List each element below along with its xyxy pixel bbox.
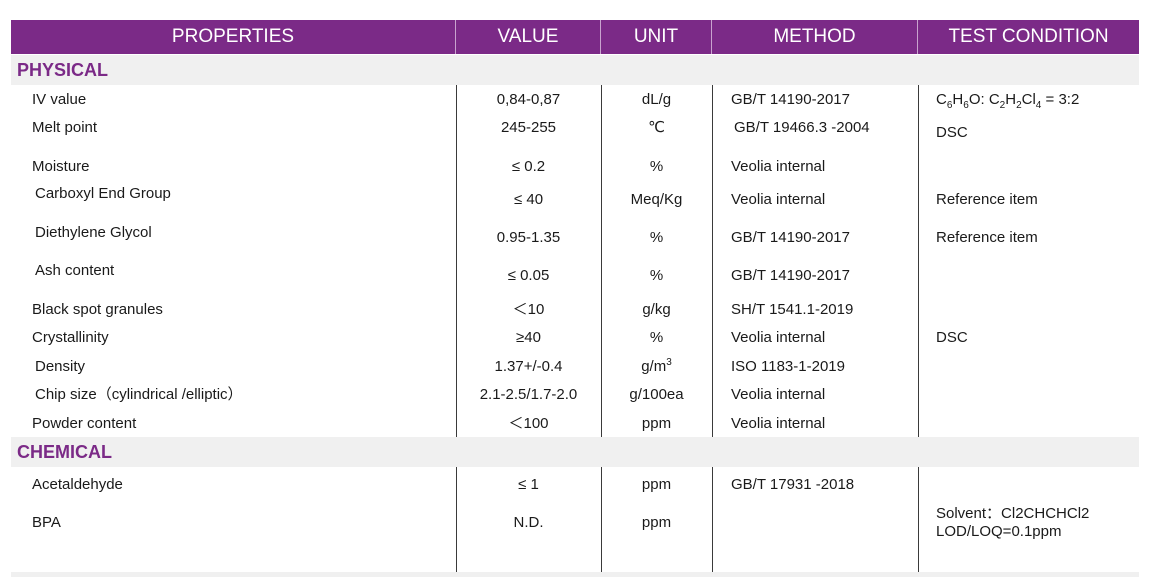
table-cell-method: GB/T 14190-2017 xyxy=(731,91,850,108)
table-cell-property: Acetaldehyde xyxy=(32,476,123,493)
table-cell-value: 245-255 xyxy=(500,119,557,136)
table-cell-property: IV value xyxy=(32,91,87,108)
table-cell-unit: % xyxy=(649,229,664,246)
table-bottom-band xyxy=(11,572,1139,577)
table-cell-unit: % xyxy=(649,329,664,346)
table-cell-property: Crystallinity xyxy=(32,329,109,346)
grid-line xyxy=(918,467,919,572)
table-cell-property: Ash content xyxy=(35,262,115,279)
table-cell-value: ＜100 xyxy=(508,415,549,432)
table-cell-method: Veolia internal xyxy=(731,329,826,346)
header-test-condition: TEST CONDITION xyxy=(918,20,1139,54)
table-cell-condition: Reference item xyxy=(936,229,1038,246)
grid-line xyxy=(456,85,457,437)
table-cell-value: ≤ 1 xyxy=(518,476,539,493)
table-cell-value: ≤ 0.05 xyxy=(507,267,550,284)
header-properties: PROPERTIES xyxy=(11,20,456,54)
table-cell-value: ≥40 xyxy=(516,329,541,346)
table-cell-unit: % xyxy=(649,267,664,284)
table-cell-unit: ppm xyxy=(641,476,672,493)
table-cell-unit: g/m3 xyxy=(641,357,672,376)
grid-line xyxy=(712,85,713,437)
table-cell-property: Melt point xyxy=(32,119,98,136)
table-cell-property: Black spot granules xyxy=(32,301,163,318)
section-physical: PHYSICAL xyxy=(11,55,1139,85)
table-cell-unit: ppm xyxy=(641,415,672,432)
table-cell-method: GB/T 19466.3 -2004 xyxy=(734,119,870,136)
section-chemical: CHEMICAL xyxy=(11,437,1139,467)
header-method: METHOD xyxy=(712,20,918,54)
table-cell-method: SH/T 1541.1-2019 xyxy=(731,301,854,318)
grid-line xyxy=(712,467,713,572)
table-cell-method: GB/T 14190-2017 xyxy=(731,229,850,246)
table-cell-condition: Solvent：Cl2CHCHCl2 xyxy=(936,505,1090,522)
table-cell-method: GB/T 14190-2017 xyxy=(731,267,850,284)
table-cell-value: ≤ 0.2 xyxy=(511,158,546,175)
table-cell-unit: Meq/Kg xyxy=(630,191,683,208)
grid-line xyxy=(918,85,919,437)
table-cell-unit: g/100ea xyxy=(629,386,684,403)
header-value: VALUE xyxy=(456,20,601,54)
table-cell-unit: dL/g xyxy=(641,91,672,108)
table-cell-unit: ℃ xyxy=(648,119,665,136)
table-cell-method: Veolia internal xyxy=(731,158,826,175)
table-cell-condition: DSC xyxy=(936,329,968,346)
table-cell-unit: % xyxy=(649,158,664,175)
table-cell-value: 0,84-0,87 xyxy=(496,91,561,108)
table-cell-condition: DSC xyxy=(936,124,968,141)
table-cell-property: Powder content xyxy=(32,415,137,432)
table-cell-unit: g/kg xyxy=(642,301,671,318)
table-cell-property: Density xyxy=(35,358,86,375)
header-unit: UNIT xyxy=(601,20,712,54)
table-cell-value: 2.1-2.5/1.7-2.0 xyxy=(479,386,578,403)
table-cell-value: ≤ 40 xyxy=(513,191,544,208)
table-cell-property: Chip size（cylindrical /elliptic） xyxy=(35,386,243,403)
table-cell-value: ＜10 xyxy=(512,301,545,318)
table-cell-value: 0.95-1.35 xyxy=(496,229,561,246)
table-cell-property: Carboxyl End Group xyxy=(35,185,171,202)
table-cell-value: N.D. xyxy=(513,514,544,531)
grid-line xyxy=(601,85,602,437)
table-cell-value: 1.37+/-0.4 xyxy=(494,358,563,375)
table-cell-property: Moisture xyxy=(32,158,90,175)
table-cell-unit: ppm xyxy=(641,514,672,531)
table-cell-condition: Reference item xyxy=(936,191,1038,208)
top-strip xyxy=(0,0,1150,20)
table-cell-condition: C6H6O: C2H2Cl4 = 3:2 xyxy=(936,91,1080,111)
table-cell-property: BPA xyxy=(32,514,61,531)
table-cell-property: Diethylene Glycol xyxy=(35,224,152,241)
table-cell-method: Veolia internal xyxy=(731,191,826,208)
table-cell-condition-line2: LOD/LOQ=0.1ppm xyxy=(936,523,1062,540)
table-cell-method: ISO 1183-1-2019 xyxy=(731,358,845,375)
table-cell-method: GB/T 17931 -2018 xyxy=(731,476,855,493)
table-cell-method: Veolia internal xyxy=(731,415,826,432)
table-cell-method: Veolia internal xyxy=(731,386,826,403)
